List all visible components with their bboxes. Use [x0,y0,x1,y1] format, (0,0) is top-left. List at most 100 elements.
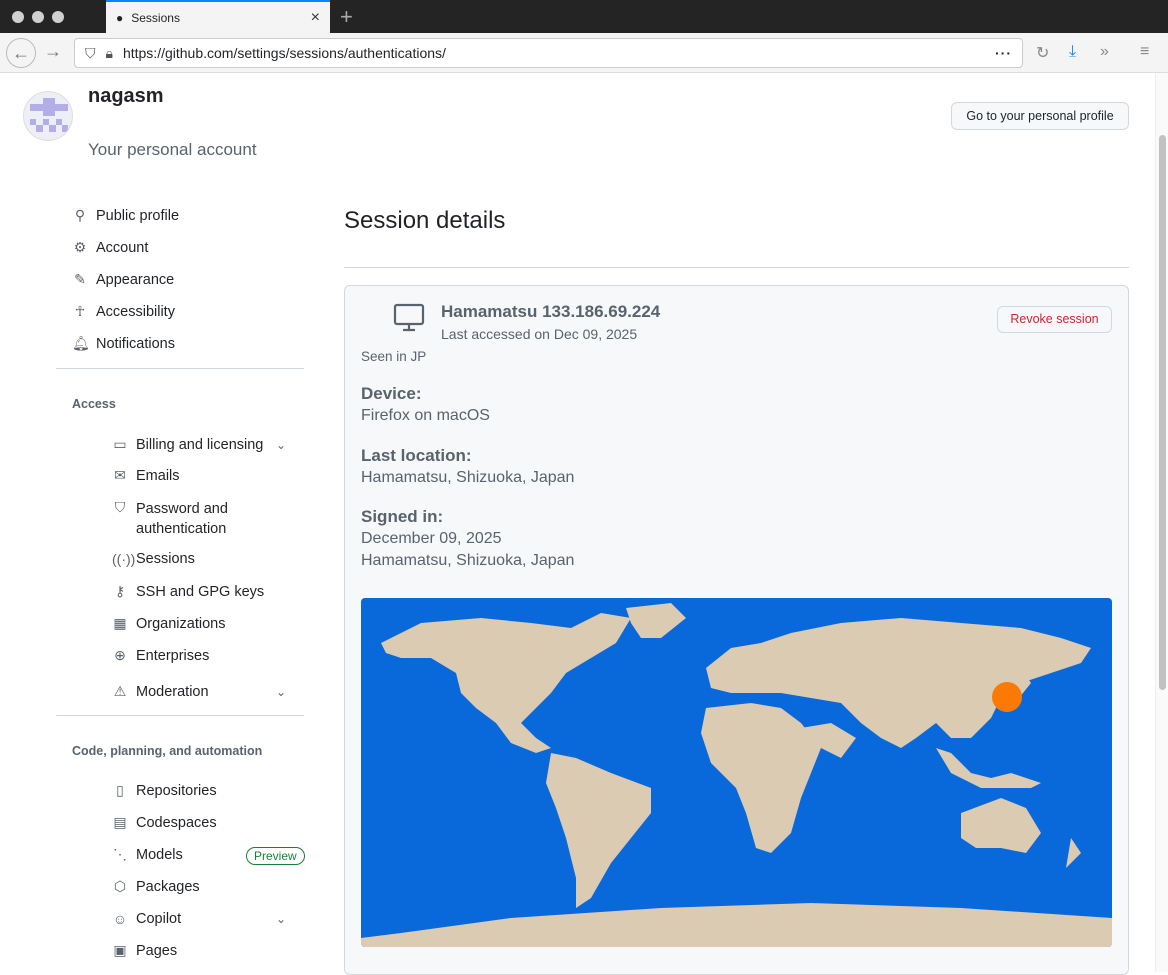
world-map [361,598,1112,947]
device-label: Device: [361,384,422,403]
last-location-label: Last location: [361,446,472,465]
label: Packages [136,878,200,895]
browser-tab-bar: ● Sessions × + [0,0,1168,33]
land [361,603,1112,947]
browser-tab[interactable]: ● Sessions × [106,0,330,33]
chevron-down-icon[interactable]: ⌄ [276,685,286,699]
gear-icon: ⚙ [73,239,87,255]
last-location-value: Hamamatsu, Shizuoka, Japan [361,469,575,486]
codespaces-icon: ▤ [113,814,127,830]
window-controls[interactable] [12,11,64,23]
seen-in: Seen in JP [361,349,427,364]
sidebar-item-organizations[interactable]: ▦ Organizations [112,615,225,632]
github-icon: ● [116,10,124,25]
reload-icon[interactable]: ↻ [1036,43,1049,63]
sidebar-item-moderation[interactable]: ⚠ Moderation ⌄ [112,683,286,700]
shield-icon: ⛉ [85,44,96,61]
accessibility-icon: ☥ [74,303,86,319]
label: SSH and GPG keys [136,583,265,600]
revoke-session-button[interactable]: Revoke session [997,306,1112,333]
credit-card-icon: ▭ [113,436,127,452]
new-tab-icon[interactable]: + [340,4,353,30]
label: Copilot [136,911,182,927]
overflow-icon[interactable]: » [1100,43,1109,61]
signed-in-location: Hamamatsu, Shizuoka, Japan [361,552,575,569]
avatar[interactable] [23,91,73,141]
copilot-icon: ☺ [112,911,128,927]
location-marker [992,682,1022,712]
lock-icon: 🔒︎ [105,44,113,61]
url-text[interactable]: https://github.com/settings/sessions/aut… [123,45,446,61]
label: Emails [136,467,180,484]
sidebar-item-packages[interactable]: ⬡ Packages [112,878,200,895]
divider [56,715,304,716]
label-line-2: authentication [136,521,227,537]
chevron-down-icon[interactable]: ⌄ [276,912,286,926]
forward-icon[interactable]: → [44,41,62,62]
tab-title: Sessions [131,10,180,25]
label: Organizations [136,615,226,632]
go-to-profile-button[interactable]: Go to your personal profile [951,102,1129,130]
sidebar-item-notifications[interactable]: 🔔︎ Notifications [72,335,175,352]
globe-icon: ⊕ [114,647,126,663]
address-bar[interactable]: ⛉ 🔒︎ https://github.com/settings/session… [74,38,1023,68]
sidebar-item-public-profile[interactable]: ⚲ Public profile [72,207,179,224]
report-icon: ⚠ [113,683,127,699]
signed-in-date: December 09, 2025 [361,530,502,547]
session-location-ip: Hamamatsu 133.186.69.224 [441,302,661,321]
preview-badge: Preview [246,847,305,865]
sidebar-item-enterprises[interactable]: ⊕ Enterprises [112,647,209,664]
sidebar-item-ssh-keys[interactable]: ⚷ SSH and GPG keys [112,583,264,600]
device-value: Firefox on macOS [361,407,490,424]
label: Public profile [96,207,180,224]
label: Codespaces [136,814,217,831]
page-title: Session details [344,207,506,234]
sidebar-item-repositories[interactable]: ▯ Repositories [112,782,217,799]
divider [56,368,304,369]
label-line-1: Password and [136,501,228,517]
person-icon: ⚲ [74,207,86,223]
sidebar-item-accessibility[interactable]: ☥ Accessibility [72,303,175,320]
signed-in-label: Signed in: [361,507,444,526]
bell-icon: 🔔︎ [72,335,90,351]
download-icon[interactable]: ⤓ [1069,43,1076,61]
package-icon: ⬡ [113,878,127,894]
back-icon[interactable]: ← [6,38,36,68]
sidebar-item-sessions[interactable]: ((·)) Sessions [112,551,195,567]
section-heading-code: Code, planning, and automation [72,744,263,758]
paintbrush-icon: ✎ [74,271,86,287]
sidebar-item-codespaces[interactable]: ▤ Codespaces [112,814,217,831]
menu-icon[interactable]: ≡ [1140,43,1149,61]
sidebar-item-billing[interactable]: ▭ Billing and licensing ⌄ [112,436,286,453]
sidebar-item-pages[interactable]: ▣ Pages [112,942,177,959]
section-heading-access: Access [72,397,116,411]
map-svg [361,603,1112,947]
label: Sessions [136,551,195,567]
sidebar-item-password[interactable]: ⛉ Password and authentication [112,499,228,539]
label: Pages [136,942,178,959]
scrollbar[interactable] [1155,73,1168,972]
last-accessed: Last accessed on Dec 09, 2025 [441,326,638,342]
close-tab-icon[interactable]: × [311,9,320,27]
sidebar-item-copilot[interactable]: ☺ Copilot ⌄ [112,911,286,927]
chevron-down-icon[interactable]: ⌄ [276,438,286,452]
label: Moderation [136,683,209,700]
sidebar-item-account[interactable]: ⚙ Account [72,239,149,256]
broadcast-icon: ((·)) [112,551,136,567]
more-icon[interactable]: ··· [995,45,1012,61]
mail-icon: ✉ [114,467,126,483]
label: Repositories [136,782,217,799]
label: Enterprises [136,647,210,664]
desktop-icon [393,303,425,332]
sidebar-item-emails[interactable]: ✉ Emails [112,467,180,484]
label: Appearance [96,271,175,288]
account-subtitle: Your personal account [88,140,257,159]
key-icon: ⚷ [114,583,126,599]
shield-icon: ⛉ [114,499,126,515]
sidebar-item-models[interactable]: ⋱ Models [112,846,183,863]
sidebar-item-appearance[interactable]: ✎ Appearance [72,271,174,288]
repo-icon: ▯ [116,782,124,798]
organization-icon: ▦ [113,615,127,631]
label: Account [96,239,149,256]
username[interactable]: nagasm [88,85,164,108]
